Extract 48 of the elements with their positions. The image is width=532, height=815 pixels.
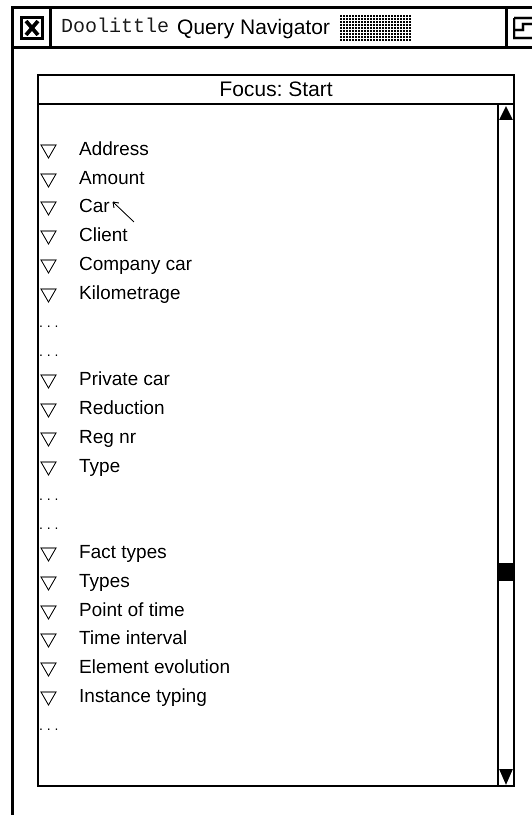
expand-triangle-icon[interactable] — [40, 201, 57, 216]
tree-item-label[interactable]: Element evolution — [79, 658, 230, 678]
window-title: Query Navigator — [177, 14, 330, 41]
panel-heading: Focus: Start — [39, 76, 513, 105]
expand-triangle-icon[interactable] — [40, 230, 57, 246]
expand-triangle-icon[interactable] — [40, 691, 57, 706]
tree-item-label[interactable]: Kilometrage — [79, 284, 180, 303]
expand-triangle-icon[interactable] — [40, 604, 57, 620]
expand-triangle-icon[interactable] — [40, 144, 57, 159]
expand-triangle-icon[interactable] — [40, 288, 57, 303]
tree-item-label[interactable]: Instance typing — [79, 687, 207, 706]
ellipsis-text: . . . — [39, 344, 58, 358]
tree-item-label[interactable]: Private car — [79, 370, 170, 390]
ellipsis-text: . . . — [39, 516, 58, 531]
tree-item-label[interactable]: Amount — [79, 168, 144, 188]
tree-item-label[interactable]: Time interval — [79, 629, 188, 648]
expand-triangle-icon[interactable] — [40, 172, 57, 188]
tree-item-label[interactable]: Point of time — [79, 600, 185, 620]
expand-triangle-icon[interactable] — [40, 547, 57, 562]
scroll-up-arrow-icon[interactable] — [499, 106, 513, 120]
scrollbar[interactable] — [497, 105, 513, 785]
expand-triangle-icon[interactable] — [40, 259, 57, 274]
app-name: Doolittle — [61, 14, 170, 40]
maximize-icon — [513, 16, 532, 40]
scrollbar-thumb[interactable] — [499, 563, 513, 581]
tree-item-label[interactable]: Fact types — [79, 543, 167, 562]
pattern-icon — [340, 14, 412, 40]
tree-item-label[interactable]: Types — [79, 572, 130, 591]
expand-triangle-icon[interactable] — [40, 662, 57, 678]
expand-triangle-icon[interactable] — [40, 460, 57, 476]
close-icon — [20, 16, 44, 40]
tree-item-label[interactable]: Client — [79, 226, 128, 246]
expand-triangle-icon[interactable] — [40, 403, 57, 418]
expand-triangle-icon[interactable] — [40, 576, 57, 591]
ellipsis-text: . . . — [39, 718, 58, 732]
scroll-down-arrow-icon[interactable] — [499, 769, 513, 785]
tree-item-label[interactable]: Address — [79, 140, 149, 159]
ellipsis-text: . . . — [39, 488, 58, 502]
tree-item-label[interactable]: Type — [79, 456, 120, 476]
tree-item-label[interactable]: Car — [79, 197, 110, 216]
expand-triangle-icon[interactable] — [40, 374, 57, 390]
tree-item-label[interactable]: Company car — [79, 255, 192, 274]
mouse-pointer-icon — [112, 201, 136, 223]
expand-triangle-icon[interactable] — [40, 432, 57, 447]
tree-item-label[interactable]: Reduction — [79, 399, 165, 418]
tree-item-label[interactable]: Reg nr — [79, 428, 136, 447]
expand-triangle-icon[interactable] — [40, 633, 57, 648]
ellipsis-text: . . . — [39, 315, 58, 330]
